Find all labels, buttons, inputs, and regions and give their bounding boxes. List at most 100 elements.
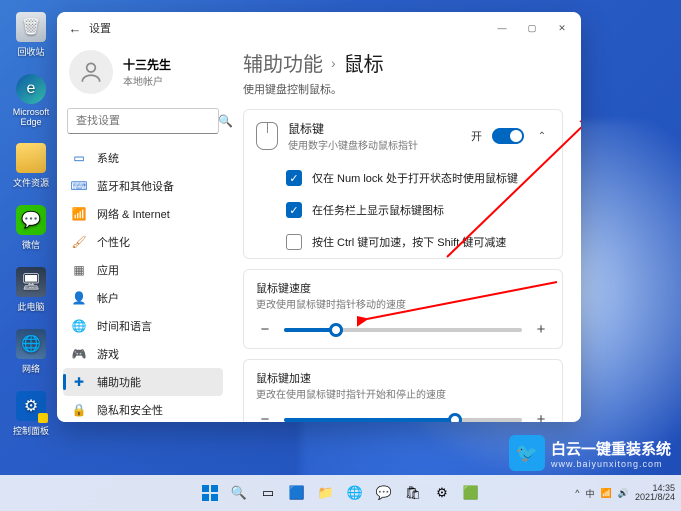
icon-glyph: 🌐 (16, 329, 46, 359)
desktop-icon[interactable]: 💬微信 (8, 205, 54, 251)
chevron-up-icon[interactable]: ^ (575, 488, 579, 498)
edge-icon[interactable]: 🌐 (343, 481, 367, 505)
sidebar-item[interactable]: ▭系统 (63, 144, 223, 172)
speed-sub: 更改使用鼠标键时指针移动的速度 (256, 296, 550, 311)
content-area: 辅助功能 › 鼠标 使用键盘控制鼠标。 鼠标键 使用数字小键盘移动鼠标指针 开 (229, 44, 581, 422)
nav-label: 系统 (97, 150, 119, 166)
option-ctrl-shift[interactable]: 按住 Ctrl 键可加速，按下 Shift 键可减速 (244, 226, 562, 258)
search-box[interactable]: 🔍 (67, 108, 219, 134)
settings-icon[interactable]: ⚙ (430, 481, 454, 505)
breadcrumb-parent[interactable]: 辅助功能 (243, 48, 323, 77)
avatar (69, 50, 113, 94)
window-title: 设置 (89, 20, 111, 36)
icon-glyph: 🖥 (16, 267, 46, 297)
sidebar-item[interactable]: ▦应用 (63, 256, 223, 284)
nav-label: 网络 & Internet (97, 206, 170, 222)
accel-section: 鼠标键加速 更改在使用鼠标键时指针开始和停止的速度 − + (243, 359, 563, 422)
nav-label: 辅助功能 (97, 374, 141, 390)
breadcrumb-current: 鼠标 (344, 48, 384, 77)
accel-slider[interactable] (284, 418, 522, 422)
breadcrumb: 辅助功能 › 鼠标 (243, 48, 563, 77)
option-taskbar-icon[interactable]: ✓ 在任务栏上显示鼠标键图标 (244, 194, 562, 226)
search-icon[interactable]: 🔍 (227, 481, 251, 505)
nav-label: 蓝牙和其他设备 (97, 178, 174, 194)
volume-icon[interactable]: 🔊 (618, 488, 629, 499)
desktop-icon[interactable]: 文件资源 (8, 143, 54, 189)
nav-icon: 🔒 (71, 402, 87, 418)
app-icon[interactable]: 🟩 (459, 481, 483, 505)
icon-label: 微信 (22, 238, 40, 251)
sidebar-item[interactable]: 🌐时间和语言 (63, 312, 223, 340)
decrease-button[interactable]: − (256, 411, 274, 422)
page-subtitle: 使用键盘控制鼠标。 (243, 81, 563, 97)
icon-label: 回收站 (17, 45, 44, 58)
store-icon[interactable]: 🛍 (401, 481, 425, 505)
clock[interactable]: 14:352021/8/24 (635, 484, 675, 503)
user-sub: 本地帐户 (123, 73, 171, 88)
checkbox-off-icon[interactable] (286, 234, 302, 250)
desktop-icon[interactable]: ⚙控制面板 (8, 391, 54, 437)
wifi-icon[interactable]: 📶 (601, 488, 612, 499)
icon-label: Microsoft Edge (8, 107, 54, 127)
increase-button[interactable]: + (532, 411, 550, 422)
nav-icon: 👤 (71, 290, 87, 306)
nav-icon: ▦ (71, 262, 87, 278)
option-numlock[interactable]: ✓ 仅在 Num lock 处于打开状态时使用鼠标键 (244, 162, 562, 194)
watermark: 🐦 白云一键重装系统 www.baiyunxitong.com (509, 435, 671, 471)
speed-section: 鼠标键速度 更改使用鼠标键时指针移动的速度 − + (243, 269, 563, 349)
accel-sub: 更改在使用鼠标键时指针开始和停止的速度 (256, 386, 550, 401)
taskview-icon[interactable]: ▭ (256, 481, 280, 505)
widgets-icon[interactable]: 🟦 (285, 481, 309, 505)
icon-glyph (16, 143, 46, 173)
desktop-icon[interactable]: 🗑 回收站 (8, 12, 54, 58)
back-button[interactable]: ← (61, 21, 89, 36)
desktop-icon[interactable]: 🌐 网络 (8, 329, 54, 375)
close-button[interactable]: ✕ (547, 16, 577, 40)
nav-icon: ✚ (71, 374, 87, 390)
mouse-keys-toggle[interactable] (492, 128, 524, 144)
titlebar: ← 设置 — ▢ ✕ (57, 12, 581, 44)
start-button[interactable] (198, 481, 222, 505)
sidebar: 十三先生 本地帐户 🔍 ▭系统 ⌨ 蓝牙和其他设备 📶网络 & Internet🖌个性… (57, 44, 229, 422)
explorer-icon[interactable]: 📁 (314, 481, 338, 505)
system-tray[interactable]: ^ 中 📶 🔊 14:352021/8/24 (575, 484, 675, 503)
speed-slider[interactable] (284, 328, 522, 332)
maximize-button[interactable]: ▢ (517, 16, 547, 40)
sidebar-item[interactable]: ⌨ 蓝牙和其他设备 (63, 172, 223, 200)
slider-thumb[interactable] (448, 413, 462, 423)
minimize-button[interactable]: — (487, 16, 517, 40)
user-block[interactable]: 十三先生 本地帐户 (57, 48, 229, 104)
chat-icon[interactable]: 💬 (372, 481, 396, 505)
sidebar-item[interactable]: ✚ 辅助功能 (63, 368, 223, 396)
speed-title: 鼠标键速度 (256, 280, 550, 296)
nav-icon: 🎮 (71, 346, 87, 362)
slider-thumb[interactable] (329, 323, 343, 337)
icon-glyph: ⚙ (16, 391, 46, 421)
icon-label: 网络 (22, 362, 40, 375)
sidebar-item[interactable]: 🔒隐私和安全性 (63, 396, 223, 418)
ime-icon[interactable]: 中 (586, 487, 595, 500)
user-name: 十三先生 (123, 56, 171, 73)
settings-window: ← 设置 — ▢ ✕ 十三先生 本地帐户 🔍 (57, 12, 581, 422)
desktop-icon[interactable]: e Microsoft Edge (8, 74, 54, 127)
card-header[interactable]: 鼠标键 使用数字小键盘移动鼠标指针 开 ⌃ (244, 110, 562, 162)
checkbox-on-icon[interactable]: ✓ (286, 202, 302, 218)
sidebar-item[interactable]: 📶网络 & Internet (63, 200, 223, 228)
sidebar-item[interactable]: 🖌个性化 (63, 228, 223, 256)
icon-glyph: 🗑 (16, 12, 46, 42)
sidebar-item[interactable]: 👤帐户 (63, 284, 223, 312)
checkbox-on-icon[interactable]: ✓ (286, 170, 302, 186)
nav-icon: ⌨ (71, 178, 87, 194)
increase-button[interactable]: + (532, 321, 550, 338)
chevron-right-icon: › (331, 55, 336, 71)
sidebar-item[interactable]: 🎮 游戏 (63, 340, 223, 368)
search-input[interactable] (76, 115, 218, 127)
mouse-icon (256, 122, 278, 150)
mouse-keys-card: 鼠标键 使用数字小键盘移动鼠标指针 开 ⌃ ✓ 仅在 Num lock 处于打开… (243, 109, 563, 259)
desktop-icon[interactable]: 🖥此电脑 (8, 267, 54, 313)
decrease-button[interactable]: − (256, 321, 274, 338)
taskbar: 🔍 ▭ 🟦 📁 🌐 💬 🛍 ⚙ 🟩 ^ 中 📶 🔊 14:352021/8/24 (0, 475, 681, 511)
icon-glyph: e (16, 74, 46, 104)
chevron-up-icon[interactable]: ⌃ (534, 131, 550, 142)
nav-label: 游戏 (97, 346, 119, 362)
